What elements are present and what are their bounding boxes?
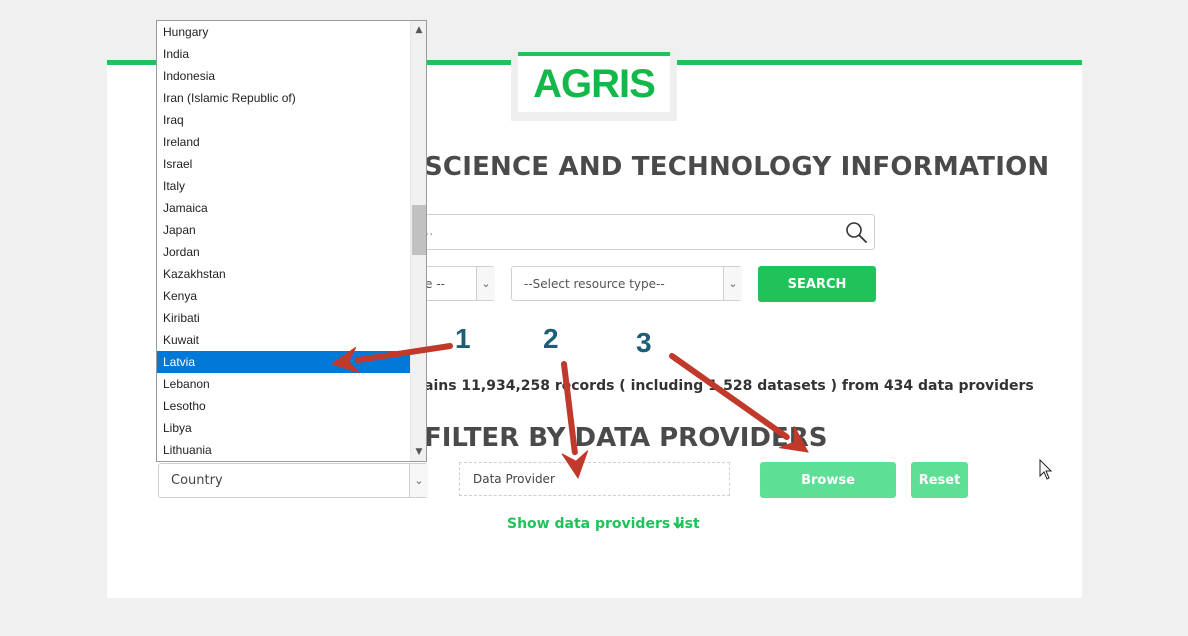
scrollbar-thumb[interactable] xyxy=(412,205,426,255)
chevron-down-icon: ⌄ xyxy=(414,474,424,487)
country-option[interactable]: Kiribati xyxy=(157,307,410,329)
country-option[interactable]: Ireland xyxy=(157,131,410,153)
country-option[interactable]: Jordan xyxy=(157,241,410,263)
country-option[interactable]: Israel xyxy=(157,153,410,175)
browse-button[interactable]: Browse xyxy=(760,462,896,498)
chevron-down-icon: ⌄ xyxy=(481,277,491,290)
country-option[interactable]: Lithuania xyxy=(157,439,410,461)
search-icon[interactable] xyxy=(844,220,868,244)
country-option[interactable]: Iran (Islamic Republic of) xyxy=(157,87,410,109)
reset-button[interactable]: Reset xyxy=(911,462,968,498)
scroll-down-icon[interactable]: ▼ xyxy=(411,443,426,461)
country-option[interactable]: Iraq xyxy=(157,109,410,131)
chevron-down-icon[interactable] xyxy=(672,519,684,531)
logo-text: AGRIS xyxy=(533,61,656,106)
search-button[interactable]: SEARCH xyxy=(758,266,876,302)
country-option[interactable]: Hungary xyxy=(157,21,410,43)
annotation-step-3: 3 xyxy=(636,327,652,358)
records-summary: ains 11,934,258 records ( including 1,52… xyxy=(424,378,1034,394)
chevron-down-icon: ⌄ xyxy=(728,277,738,290)
language-select-value: e -- xyxy=(425,277,445,291)
country-option[interactable]: Lesotho xyxy=(157,395,410,417)
country-select-value: Country xyxy=(171,473,223,488)
country-option[interactable]: Kuwait xyxy=(157,329,410,351)
show-providers-link[interactable]: Show data providers list xyxy=(507,516,700,532)
country-dropdown-list[interactable]: Hungary India Indonesia Iran (Islamic Repub… xyxy=(156,20,427,462)
language-select-arrow[interactable]: ⌄ xyxy=(476,267,495,300)
dropdown-scrollbar[interactable]: ▲ ▼ xyxy=(410,21,426,461)
country-option[interactable]: Kenya xyxy=(157,285,410,307)
country-option[interactable]: India xyxy=(157,43,410,65)
page-title: SCIENCE AND TECHNOLOGY INFORMATION xyxy=(424,152,1050,182)
logo[interactable]: AGRIS xyxy=(518,52,670,112)
country-option[interactable]: Lebanon xyxy=(157,373,410,395)
country-option[interactable]: Indonesia xyxy=(157,65,410,87)
resource-type-select-arrow[interactable]: ⌄ xyxy=(723,267,742,300)
search-input[interactable] xyxy=(405,214,875,250)
country-option[interactable]: Jamaica xyxy=(157,197,410,219)
country-option[interactable]: Latvia xyxy=(157,351,410,373)
country-options: Hungary India Indonesia Iran (Islamic Repub… xyxy=(157,21,410,461)
resource-type-select-value: --Select resource type-- xyxy=(524,277,665,291)
country-option[interactable]: Italy xyxy=(157,175,410,197)
filter-section-title: FILTER BY DATA PROVIDERS xyxy=(424,423,828,453)
scroll-up-icon[interactable]: ▲ xyxy=(411,21,426,39)
mouse-cursor-icon xyxy=(1039,459,1053,480)
data-provider-placeholder: Data Provider xyxy=(473,472,555,486)
annotation-step-1: 1 xyxy=(455,323,471,354)
country-option[interactable]: Libya xyxy=(157,417,410,439)
annotation-step-2: 2 xyxy=(543,323,559,354)
country-option[interactable]: Kazakhstan xyxy=(157,263,410,285)
country-select-arrow[interactable]: ⌄ xyxy=(409,464,428,497)
country-option[interactable]: Japan xyxy=(157,219,410,241)
